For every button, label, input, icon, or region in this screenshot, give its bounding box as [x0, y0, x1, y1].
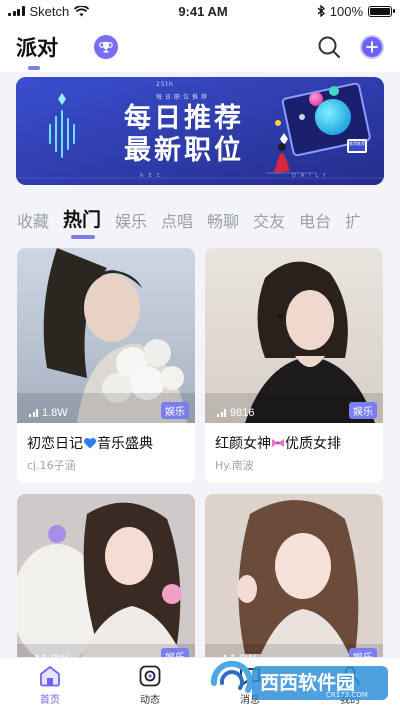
- tab-favorites[interactable]: 收藏: [17, 200, 49, 232]
- bluetooth-icon: [317, 5, 325, 17]
- popularity-icon: [29, 409, 38, 417]
- room-author: Hy.南波: [215, 459, 254, 472]
- banner-title: 每日推荐 最新职位: [124, 103, 244, 167]
- room-title-part1: 红颜女神: [215, 436, 271, 452]
- tab-make-friends[interactable]: 交友: [253, 200, 285, 232]
- category-badge: 娱乐: [349, 402, 377, 419]
- tab-more[interactable]: 扩: [345, 200, 361, 232]
- home-icon: [40, 665, 60, 686]
- cover-image: [205, 494, 383, 669]
- tab-entertainment[interactable]: 娱乐: [115, 200, 147, 232]
- room-author: cj.16子涵: [27, 459, 76, 472]
- tab-chat[interactable]: 畅聊: [207, 200, 239, 232]
- room-cover: 1.8W 娱乐: [17, 494, 195, 669]
- room-cover: 1.8W 娱乐: [205, 494, 383, 669]
- room-card[interactable]: 1.8W 娱乐: [17, 494, 195, 669]
- view-count: 9816: [217, 407, 254, 419]
- promo-banner[interactable]: 25th 每日职位推荐 每日推荐 最新职位 REC DAILY 推荐推荐: [16, 77, 384, 185]
- trophy-icon: [99, 42, 113, 53]
- room-title: 红颜女神 优质女排: [205, 423, 383, 457]
- tab-radio[interactable]: 电台: [299, 200, 331, 232]
- category-badge: 娱乐: [161, 402, 189, 419]
- banner-title-line1: 每日推荐: [124, 103, 244, 134]
- room-title-part2: 音乐盛典: [97, 436, 153, 452]
- room-title-part2: 优质女排: [285, 436, 341, 452]
- nav-home[interactable]: 首页: [15, 664, 85, 706]
- room-card[interactable]: 9816 娱乐 红颜女神 优质女排 Hy.南波: [205, 248, 383, 483]
- room-title-part1: 初恋日记: [27, 436, 83, 452]
- carrier-label: Sketch: [29, 3, 70, 19]
- popularity-icon: [217, 409, 226, 417]
- bow-icon: [272, 439, 284, 447]
- banner-tag: 25th: [156, 81, 174, 88]
- banner-subtitle: 每日职位推荐: [156, 94, 211, 101]
- room-card[interactable]: 1.8W 娱乐: [205, 494, 383, 669]
- trophy-button[interactable]: [94, 35, 118, 59]
- room-cover: 9816 娱乐: [205, 248, 383, 423]
- clock: 9:41 AM: [178, 3, 228, 19]
- room-cover: 1.8W 娱乐: [17, 248, 195, 423]
- page-title: 派对: [16, 32, 58, 70]
- room-title: 初恋日记 音乐盛典: [17, 423, 195, 457]
- moments-icon: [139, 665, 161, 686]
- watermark: 西西软件园 CR173.COM: [208, 660, 394, 706]
- banner-footer-right: DAILY: [292, 173, 331, 179]
- room-card[interactable]: 1.8W 娱乐 初恋日记 音乐盛典 cj.16子涵: [17, 248, 195, 483]
- view-count-value: 9816: [230, 407, 255, 419]
- nav-label: 首页: [40, 694, 60, 706]
- status-right: 100%: [317, 3, 395, 19]
- wifi-icon: [74, 5, 90, 16]
- cover-image: [17, 494, 195, 669]
- battery-percent: 100%: [329, 3, 363, 19]
- nav-label: 动态: [140, 694, 160, 706]
- watermark-url: CR173.COM: [326, 691, 368, 699]
- signal-icon: [8, 6, 25, 16]
- plus-icon: [366, 41, 378, 53]
- tab-song-request[interactable]: 点唱: [161, 200, 193, 232]
- header: 派对: [0, 22, 400, 72]
- status-left: Sketch: [8, 3, 90, 19]
- heart-icon: [83, 437, 97, 449]
- search-icon[interactable]: [316, 34, 342, 60]
- tab-hot[interactable]: 热门: [63, 200, 101, 239]
- banner-badge: 推荐推荐: [349, 141, 365, 146]
- battery-icon: [368, 5, 395, 17]
- banner-footer-left: REC: [140, 173, 166, 179]
- status-bar: Sketch 9:41 AM 100%: [0, 0, 400, 22]
- banner-title-line2: 最新职位: [124, 135, 244, 166]
- cover-image: [17, 248, 195, 423]
- view-count: 1.8W: [29, 407, 68, 419]
- cover-image: [205, 248, 383, 423]
- view-count-value: 1.8W: [42, 407, 68, 419]
- nav-moments[interactable]: 动态: [115, 664, 185, 706]
- category-tabs: 收藏 热门 娱乐 点唱 畅聊 交友 电台 扩: [0, 200, 400, 240]
- create-room-button[interactable]: [360, 35, 384, 59]
